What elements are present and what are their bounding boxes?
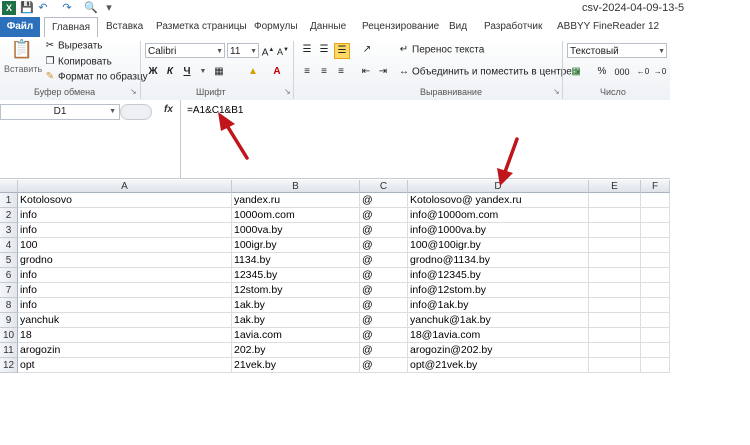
arrow-to-column-d [497, 137, 519, 186]
annotation-arrows [218, 112, 519, 186]
arrow-to-formula [218, 112, 249, 160]
